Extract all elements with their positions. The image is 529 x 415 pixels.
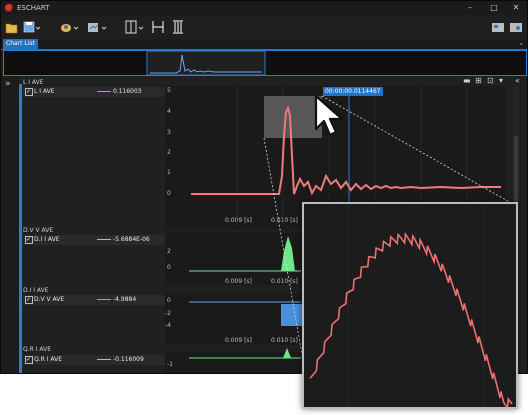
title-bar: ESCHART – □ ✕ xyxy=(1,1,527,15)
layout-icon[interactable] xyxy=(491,19,505,35)
window-settings-icon[interactable] xyxy=(509,19,523,35)
trace-panel-4 xyxy=(283,348,291,358)
zoom-magnifier xyxy=(302,202,518,410)
toolbar xyxy=(1,15,527,39)
chevron-down-icon[interactable]: ⌄ xyxy=(518,39,524,47)
app-logo-icon xyxy=(5,4,13,12)
cursor-tool-icon[interactable] xyxy=(124,19,144,35)
overview-waveform xyxy=(146,50,266,76)
tab-chart-list[interactable]: Chart List xyxy=(3,39,38,49)
overview-strip[interactable] xyxy=(3,50,527,76)
minimize-button[interactable]: – xyxy=(461,2,479,14)
save-icon[interactable] xyxy=(23,19,41,35)
close-button[interactable]: ✕ xyxy=(507,2,525,14)
maximize-button[interactable]: □ xyxy=(485,2,503,14)
columns-icon[interactable] xyxy=(171,19,185,35)
zoomed-trace xyxy=(309,231,513,410)
export-icon[interactable] xyxy=(87,19,107,35)
zoomed-waveform xyxy=(309,204,513,410)
trace-panel-3 xyxy=(281,304,303,326)
mouse-pointer-icon xyxy=(314,94,344,137)
zoom-range-icon[interactable] xyxy=(151,19,165,35)
window-title: ESCHART xyxy=(17,4,50,12)
trace-panel-2 xyxy=(281,236,295,271)
open-folder-icon[interactable] xyxy=(5,19,19,35)
chart-settings-icon[interactable] xyxy=(59,19,79,35)
tab-row: Chart List ⌄ xyxy=(1,39,527,50)
